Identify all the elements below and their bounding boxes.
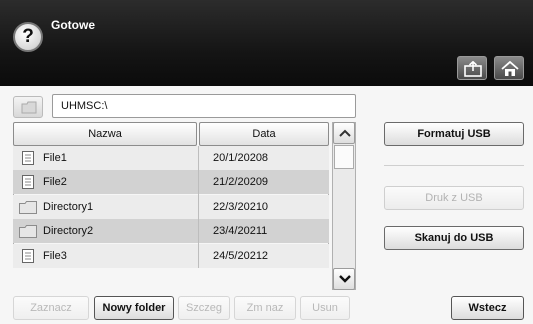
chevron-down-icon [339, 275, 351, 283]
row-date-cell: 21/2/20209 [213, 176, 269, 189]
usb-file-browser-screen: ? Gotowe UHMSC:\ Nazwa Data File1 20/1/20… [0, 0, 533, 324]
table-row[interactable]: Directory1 22/3/20210 [13, 194, 329, 219]
row-date-cell: 23/4/20211 [213, 225, 268, 238]
row-name-cell: File3 [43, 249, 67, 262]
details-button[interactable]: Szczeg [178, 296, 230, 320]
current-path-field[interactable]: UHMSC:\ [52, 94, 356, 118]
row-date-cell: 22/3/20210 [213, 200, 269, 213]
header-bar: ? Gotowe [0, 0, 533, 86]
table-row[interactable]: File1 20/1/20208 [13, 146, 329, 170]
column-separator [198, 146, 199, 268]
column-header-name[interactable]: Nazwa [13, 122, 197, 146]
help-button[interactable]: ? [13, 22, 43, 52]
rename-button[interactable]: Zm naz [234, 296, 296, 320]
row-name-cell: File2 [43, 176, 67, 189]
scan-to-usb-button[interactable]: Skanuj do USB [384, 226, 524, 250]
delete-button[interactable]: Usun [300, 296, 350, 320]
row-name-cell: Directory1 [43, 200, 94, 213]
panel-divider [384, 165, 524, 166]
table-row[interactable]: File3 24/5/20212 [13, 243, 329, 268]
folder-up-button[interactable] [13, 96, 43, 118]
table-row[interactable]: Directory2 23/4/20211 [13, 219, 329, 244]
table-row[interactable]: File2 21/2/20209 [13, 170, 329, 195]
chevron-up-icon [339, 129, 351, 137]
home-button[interactable] [494, 56, 524, 80]
column-header-date[interactable]: Data [199, 122, 329, 146]
usb-import-icon [464, 61, 482, 77]
back-button[interactable]: Wstecz [451, 296, 524, 320]
scroll-down-button[interactable] [333, 268, 355, 290]
row-name-cell: Directory2 [43, 225, 94, 238]
status-title: Gotowe [51, 18, 95, 32]
scroll-up-button[interactable] [333, 122, 355, 144]
row-date-cell: 20/1/20208 [213, 152, 269, 164]
scrollbar-thumb[interactable] [334, 145, 354, 169]
format-usb-button[interactable]: Formatuj USB [384, 122, 524, 146]
row-date-cell: 24/5/20212 [213, 249, 269, 262]
select-button[interactable]: Zaznacz [13, 296, 89, 320]
folder-up-icon [21, 101, 37, 114]
home-icon [501, 61, 519, 76]
print-from-usb-button[interactable]: Druk z USB [384, 186, 524, 210]
new-folder-button[interactable]: Nowy folder [94, 296, 174, 320]
usb-import-button[interactable] [457, 56, 487, 80]
row-name-cell: File1 [43, 152, 67, 164]
